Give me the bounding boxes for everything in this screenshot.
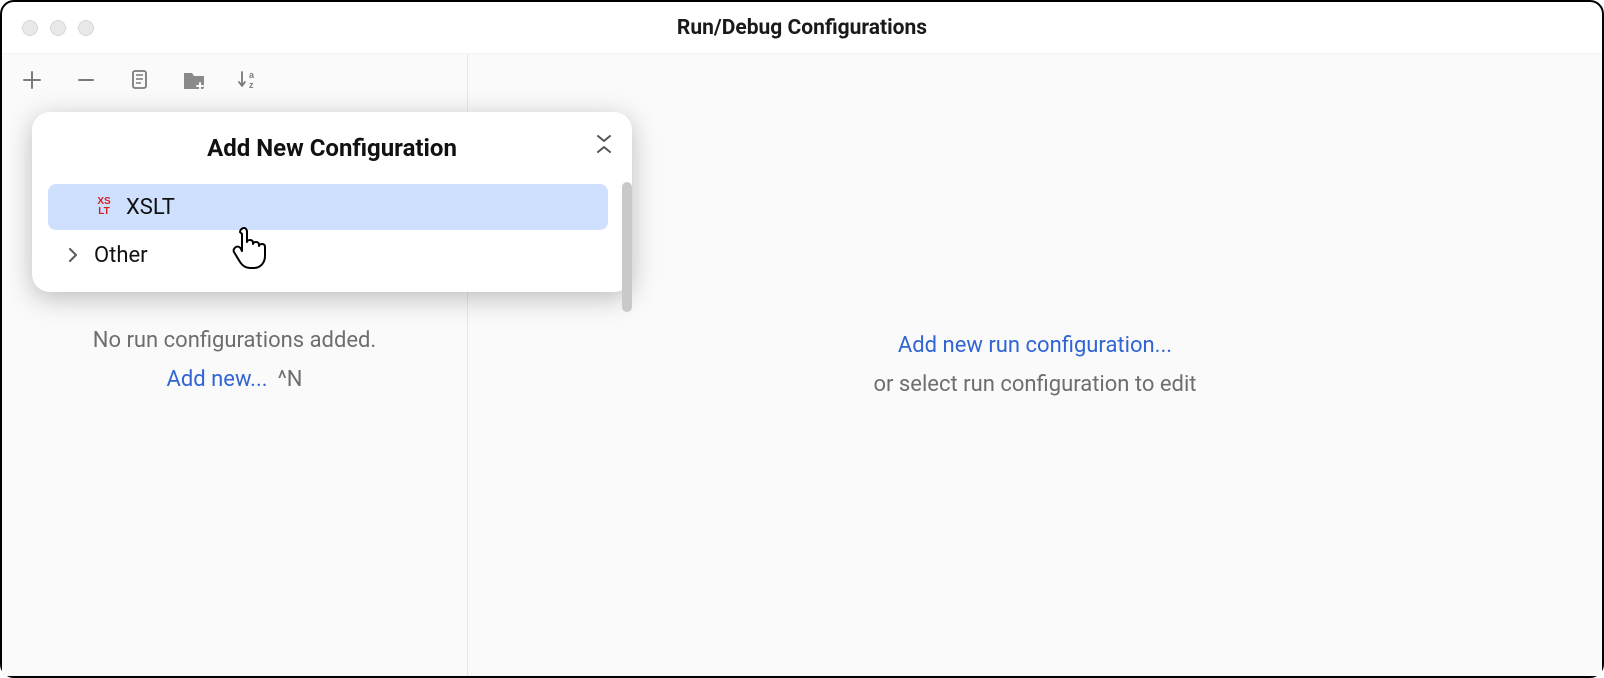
popup-item-xslt[interactable]: XS LT XSLT	[48, 184, 608, 230]
popup-item-other[interactable]: Other	[48, 232, 608, 278]
no-configurations-label: No run configurations added.	[93, 328, 376, 353]
add-new-link[interactable]: Add new...	[167, 367, 268, 392]
add-new-run-configuration-link[interactable]: Add new run configuration...	[898, 333, 1172, 358]
main-panel: Add new run configuration... or select r…	[468, 54, 1602, 676]
collapse-icon[interactable]	[594, 132, 614, 160]
popup-scrollbar[interactable]	[622, 182, 632, 312]
popup-item-label: Other	[88, 243, 148, 268]
close-window-button[interactable]	[22, 20, 38, 36]
add-new-shortcut: ^N	[278, 367, 303, 392]
window-titlebar: Run/Debug Configurations	[2, 2, 1602, 54]
remove-configuration-button[interactable]	[74, 68, 98, 92]
copy-configuration-button[interactable]	[128, 68, 152, 92]
maximize-window-button[interactable]	[78, 20, 94, 36]
popup-list: XS LT XSLT Other	[32, 178, 632, 284]
save-template-button[interactable]	[182, 68, 206, 92]
popup-title: Add New Configuration	[207, 134, 457, 162]
chevron-right-icon	[67, 247, 79, 263]
sort-alpha-button[interactable]: az	[236, 68, 260, 92]
svg-text:a: a	[249, 70, 255, 80]
xslt-icon: XS LT	[88, 197, 120, 217]
window-title: Run/Debug Configurations	[677, 16, 927, 40]
add-configuration-button[interactable]	[20, 68, 44, 92]
toolbar: az	[2, 54, 467, 104]
svg-text:z: z	[249, 80, 254, 90]
popup-item-label: XSLT	[120, 195, 175, 220]
add-new-configuration-popup: Add New Configuration XS LT XSLT Other	[32, 112, 632, 292]
select-hint-label: or select run configuration to edit	[873, 372, 1196, 397]
minimize-window-button[interactable]	[50, 20, 66, 36]
window-controls	[2, 20, 94, 36]
